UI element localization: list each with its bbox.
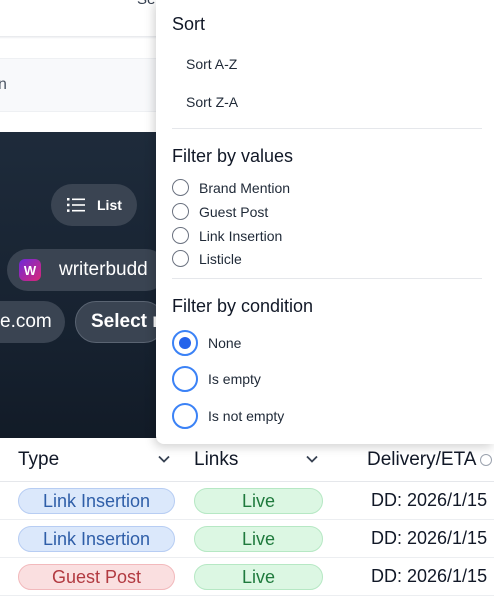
domain-pill-label: e.com: [0, 311, 52, 332]
table-header: Type Links Delivery/ETA: [0, 438, 494, 482]
condition-option-none[interactable]: None: [172, 330, 241, 356]
condition-option-is-empty[interactable]: Is empty: [172, 366, 261, 392]
select-pill-label: Select r: [91, 311, 160, 332]
site-selector-pill[interactable]: W writerbudd: [7, 249, 167, 291]
writerbuddy-logo-icon: W: [19, 259, 41, 281]
delivery-date: DD: 2026/1/15: [371, 528, 488, 548]
links-status-tag: Live: [194, 526, 323, 552]
info-icon[interactable]: [480, 454, 493, 466]
value-option-label: Link Insertion: [199, 227, 283, 244]
column-header-type[interactable]: Type: [18, 449, 59, 471]
condition-option-is-not-empty[interactable]: Is not empty: [172, 403, 284, 429]
value-option-label: Brand Mention: [199, 179, 291, 196]
radio-button[interactable]: [172, 203, 189, 220]
condition-option-label: Is empty: [208, 371, 261, 387]
search-text-fragment: n: [0, 76, 7, 93]
radio-button[interactable]: [172, 250, 189, 267]
list-icon: [67, 198, 85, 212]
value-option-link-insertion[interactable]: Link Insertion: [172, 227, 282, 244]
top-bar-text-fragment[interactable]: Se: [137, 0, 155, 8]
divider: [172, 278, 482, 279]
radio-button[interactable]: [172, 366, 198, 392]
domain-pill[interactable]: e.com: [0, 301, 65, 343]
select-pill[interactable]: Select r: [75, 301, 165, 343]
table-row[interactable]: Link Insertion Live DD: 2026/1/15: [0, 482, 494, 520]
sort-section-title: Sort: [172, 14, 206, 34]
sort-z-a-option[interactable]: Sort Z-A: [186, 94, 238, 110]
type-tag: Link Insertion: [18, 526, 175, 552]
divider: [172, 128, 482, 129]
value-option-listicle[interactable]: Listicle: [172, 250, 242, 267]
column-header-links-label: Links: [194, 449, 239, 470]
delivery-date: DD: 2026/1/15: [371, 566, 488, 586]
value-option-label: Guest Post: [199, 203, 269, 220]
table-row[interactable]: Guest Post Live DD: 2026/1/15: [0, 558, 494, 596]
radio-button-selected[interactable]: [172, 330, 198, 356]
table-row[interactable]: Link Insertion Live DD: 2026/1/15: [0, 520, 494, 558]
column-header-links[interactable]: Links: [194, 449, 238, 471]
value-option-brand-mention[interactable]: Brand Mention: [172, 179, 290, 196]
links-status-tag: Live: [194, 564, 323, 590]
filter-by-values-title: Filter by values: [172, 146, 294, 166]
column-header-delivery-label: Delivery/ETA: [367, 449, 477, 470]
type-tag: Link Insertion: [18, 488, 175, 514]
list-view-label: List: [97, 197, 122, 213]
delivery-date: DD: 2026/1/15: [371, 490, 488, 510]
radio-button[interactable]: [172, 179, 189, 196]
radio-button[interactable]: [172, 227, 189, 244]
column-filter-dropdown: Sort Sort A-Z Sort Z-A Filter by values …: [156, 0, 494, 444]
condition-option-label: Is not empty: [208, 408, 285, 424]
value-option-label: Listicle: [199, 250, 242, 267]
sort-a-z-option[interactable]: Sort A-Z: [186, 56, 237, 72]
chevron-down-icon[interactable]: [157, 452, 171, 466]
list-view-button[interactable]: List: [51, 184, 137, 226]
radio-button[interactable]: [172, 403, 198, 429]
value-option-guest-post[interactable]: Guest Post: [172, 203, 268, 220]
column-header-type-label: Type: [18, 449, 60, 470]
chevron-down-icon[interactable]: [305, 452, 319, 466]
links-status-tag: Live: [194, 488, 323, 514]
condition-option-label: None: [208, 335, 242, 351]
type-tag: Guest Post: [18, 564, 175, 590]
radio-dot: [179, 337, 191, 349]
column-header-delivery[interactable]: Delivery/ETA: [367, 449, 493, 471]
site-pill-label: writerbudd: [59, 259, 148, 280]
filter-by-condition-title: Filter by condition: [172, 296, 314, 316]
